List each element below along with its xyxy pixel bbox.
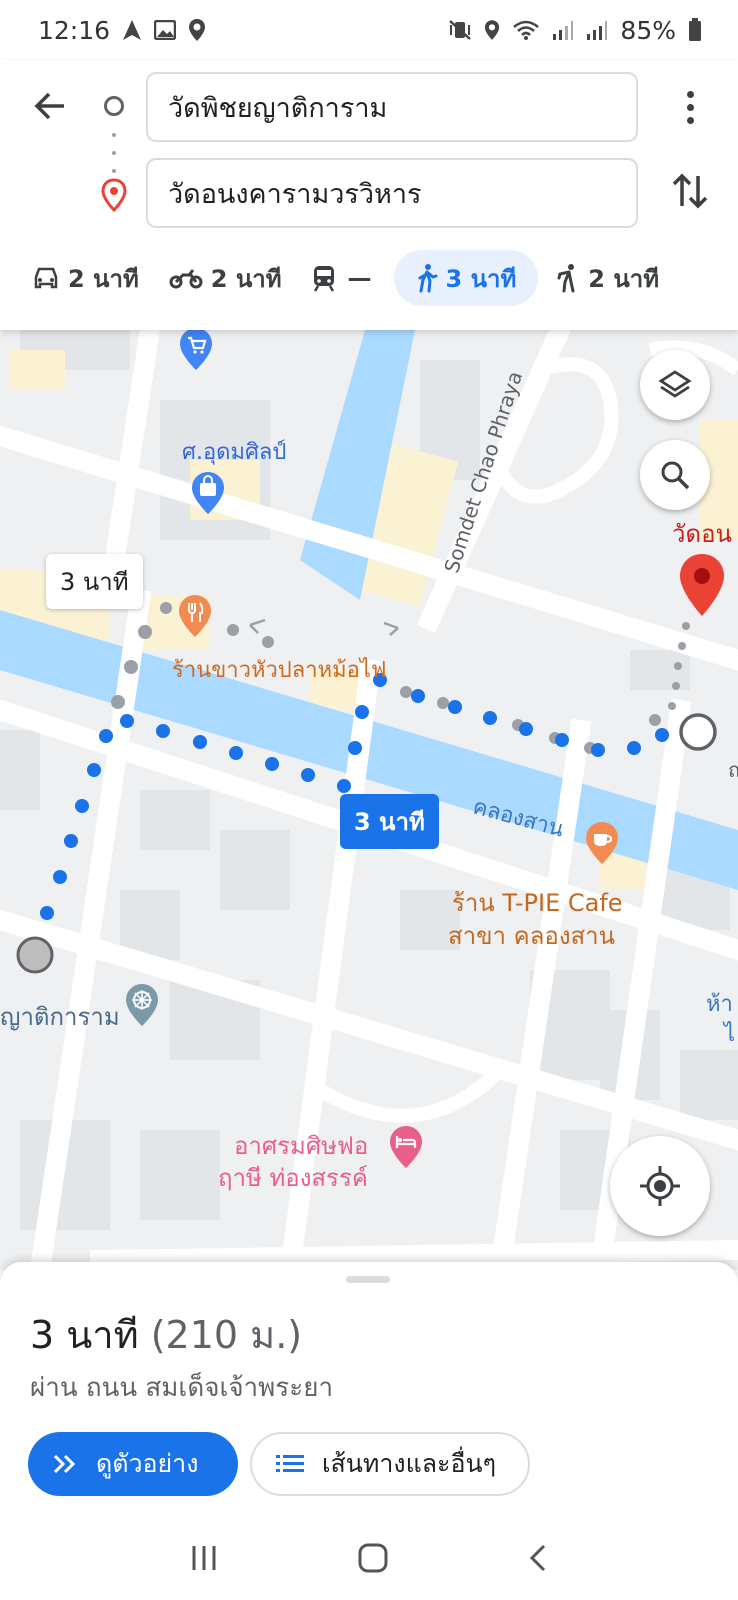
restaurant-poi-icon[interactable] <box>177 593 213 643</box>
mode-motorcycle[interactable]: 2 นาที <box>157 250 294 306</box>
label-right-edge-3: ถ <box>728 758 738 782</box>
vibrate-mute-icon <box>448 19 472 41</box>
destination-marker-icon[interactable] <box>678 552 726 622</box>
layers-icon <box>658 370 692 398</box>
map-view[interactable]: ศ.อุดมศิลป์ Somdet Chao Phraya ร้านขาวหั… <box>0 330 738 1270</box>
route-distance: (210 ม.) <box>150 1313 303 1357</box>
ride-hail-icon <box>557 264 575 293</box>
location-icon <box>188 18 206 42</box>
car-icon <box>34 267 58 289</box>
system-nav-bar <box>0 1520 738 1600</box>
train-icon <box>313 266 334 292</box>
signal-icon <box>552 19 574 41</box>
battery-icon <box>688 18 702 42</box>
route-via: ผ่าน ถนน สมเด็จเจ้าพระยา <box>30 1373 334 1403</box>
mode-walk-time: 3 นาที <box>445 264 517 293</box>
route-summary: 3 นาที (210 ม.) <box>30 1304 302 1365</box>
mode-ride[interactable]: 2 นาที <box>544 250 671 306</box>
label-udomsilp: ศ.อุดมศิลป์ <box>182 440 287 465</box>
status-bar: 12:16 85% <box>0 0 738 60</box>
label-hotel-line2: ฤาษี ท่องสรรค์ <box>218 1164 368 1192</box>
back-nav-button[interactable] <box>527 1543 549 1577</box>
my-location-icon <box>640 1166 680 1206</box>
status-time: 12:16 <box>38 15 111 45</box>
wifi-icon <box>512 19 540 41</box>
mode-car[interactable]: 2 นาที <box>20 250 151 306</box>
destination-input[interactable]: วัดอนงคารามวรวิหาร <box>146 158 638 228</box>
main-route-time-bubble[interactable]: 3 นาที <box>340 794 439 849</box>
recent-apps-button[interactable] <box>189 1544 219 1576</box>
steps-button[interactable]: เส้นทางและอื่นๆ <box>250 1432 530 1496</box>
back-button[interactable] <box>28 84 72 128</box>
navigation-arrow-icon <box>122 19 142 41</box>
sheet-drag-handle[interactable] <box>346 1276 390 1283</box>
motorcycle-icon <box>169 269 203 289</box>
mode-transit[interactable]: — <box>300 250 388 306</box>
mode-ride-time: 2 นาที <box>588 264 660 293</box>
location-small-icon <box>484 19 500 41</box>
swap-button[interactable] <box>666 166 714 216</box>
home-button[interactable] <box>357 1542 389 1578</box>
walk-icon <box>418 264 438 293</box>
swap-arrows-icon <box>672 173 708 209</box>
shopping-cart-poi-icon[interactable] <box>178 330 214 376</box>
hotel-poi-icon[interactable] <box>388 1124 424 1174</box>
destination-pin-icon <box>100 178 128 216</box>
more-options-button[interactable] <box>670 82 710 132</box>
shopping-bag-poi-icon[interactable] <box>190 470 226 520</box>
battery-percent: 85% <box>620 15 676 45</box>
mode-motorcycle-time: 2 นาที <box>210 264 282 293</box>
route-dots-icon <box>112 133 116 173</box>
back-arrow-icon <box>34 92 64 120</box>
mode-car-time: 2 นาที <box>68 264 139 293</box>
cafe-poi-icon[interactable] <box>584 820 620 870</box>
label-origin-temple: ญาติการาม <box>0 1003 120 1031</box>
route-duration: 3 นาที <box>30 1313 139 1357</box>
steps-button-label: เส้นทางและอื่นๆ <box>322 1449 497 1478</box>
back-chevron-icon <box>529 1544 546 1572</box>
signal-2-icon <box>586 19 608 41</box>
gallery-icon <box>154 20 177 40</box>
search-along-route-button[interactable] <box>640 440 710 510</box>
label-cafe-line2: สาขา คลองสาน <box>448 922 616 950</box>
my-location-button[interactable] <box>610 1136 710 1236</box>
alt-route-time-bubble[interactable]: 3 นาที <box>46 554 143 609</box>
list-icon <box>276 1455 304 1472</box>
preview-button[interactable]: ดูตัวอย่าง <box>28 1432 238 1496</box>
recent-apps-icon <box>192 1546 216 1570</box>
mode-transit-time: — <box>347 264 372 292</box>
temple-poi-icon[interactable] <box>124 982 160 1032</box>
home-icon <box>358 1543 388 1573</box>
directions-header: วัดพิชยญาติการาม วัดอนงคารามวรวิหาร 2 นา… <box>0 60 738 330</box>
layers-button[interactable] <box>640 350 710 420</box>
label-right-edge-2: ไ <box>724 1022 736 1047</box>
travel-modes: 2 นาที 2 นาที — 3 นาที 2 นาที <box>0 246 738 310</box>
preview-button-label: ดูตัวอย่าง <box>96 1449 199 1478</box>
origin-dot-icon <box>104 96 124 116</box>
label-restaurant: ร้านขาวหัวปลาหม้อไฟ <box>172 658 387 683</box>
search-icon <box>661 461 690 490</box>
label-destination-partial: วัดอน <box>672 520 732 548</box>
double-chevron-icon <box>53 1454 76 1474</box>
mode-walk[interactable]: 3 นาที <box>393 250 539 306</box>
origin-input[interactable]: วัดพิชยญาติการาม <box>146 72 638 142</box>
